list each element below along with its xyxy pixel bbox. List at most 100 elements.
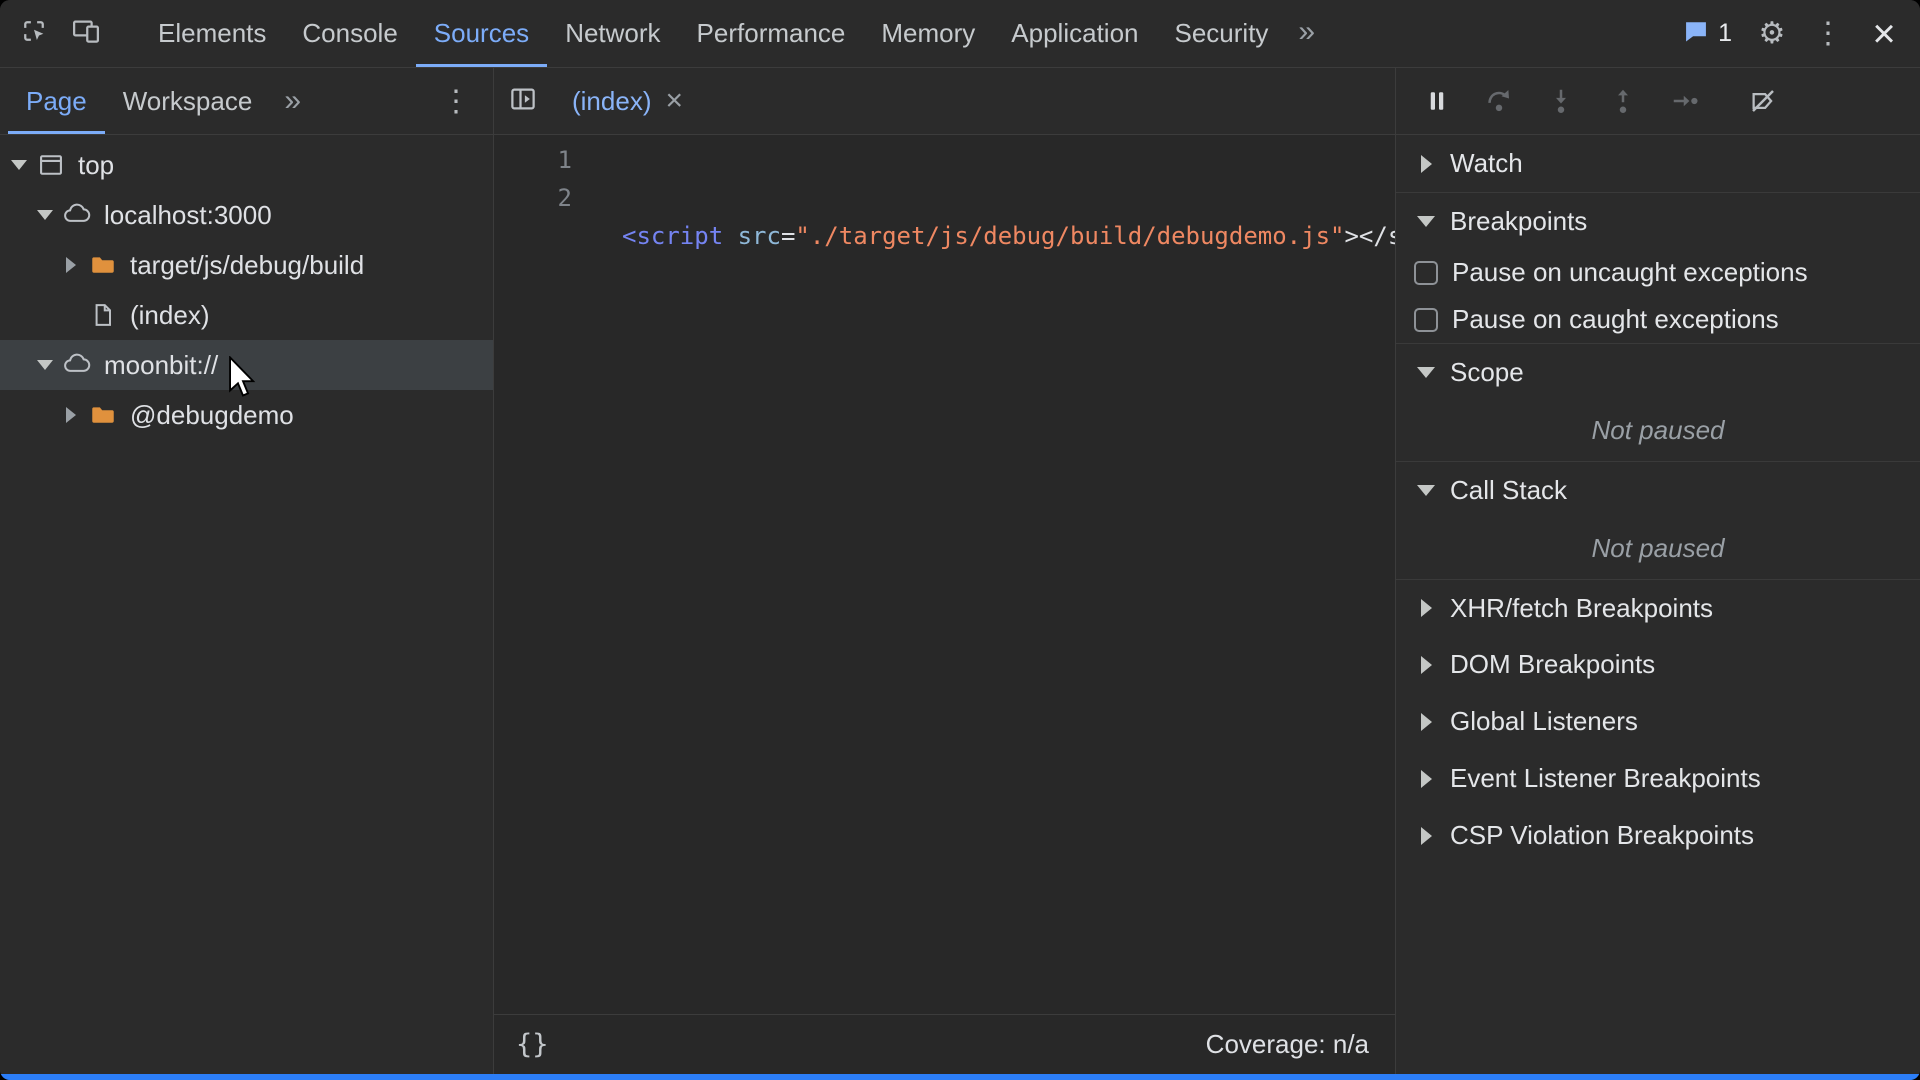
tab-memory[interactable]: Memory bbox=[863, 0, 993, 67]
expand-closed-icon[interactable] bbox=[62, 407, 80, 423]
tab-security[interactable]: Security bbox=[1157, 0, 1287, 67]
navigator-tab-workspace[interactable]: Workspace bbox=[105, 68, 271, 134]
code-editor[interactable]: 1 2 <script src="./target/js/debug/build… bbox=[494, 135, 1395, 1014]
pause-caught-checkbox[interactable] bbox=[1414, 307, 1438, 332]
navigator-tab-page[interactable]: Page bbox=[8, 68, 105, 134]
tree-item-localhost[interactable]: localhost:3000 bbox=[0, 190, 493, 240]
inspect-element-button[interactable] bbox=[8, 0, 60, 67]
tab-sources[interactable]: Sources bbox=[415, 0, 548, 67]
expand-closed-icon[interactable] bbox=[1418, 769, 1434, 788]
kebab-menu-icon: ⋮ bbox=[441, 84, 471, 118]
tree-item-label: target/js/debug/build bbox=[130, 249, 365, 280]
expand-open-icon[interactable] bbox=[10, 160, 28, 170]
step-into-icon bbox=[1556, 89, 1566, 113]
navigator-tabs: Page Workspace » ⋮ bbox=[0, 68, 493, 135]
pause-caught-row[interactable]: Pause on caught exceptions bbox=[1396, 296, 1920, 343]
tree-item-label: (index) bbox=[130, 299, 210, 330]
close-icon: × bbox=[1872, 11, 1896, 56]
section-event-listener-breakpoints[interactable]: Event Listener Breakpoints bbox=[1396, 750, 1920, 807]
expand-closed-icon[interactable] bbox=[1418, 826, 1434, 845]
tree-item-top[interactable]: top bbox=[0, 140, 493, 190]
close-tab-icon[interactable]: × bbox=[665, 86, 683, 116]
code-token-tail: ></s bbox=[1344, 222, 1395, 250]
line-number-gutter: 1 2 bbox=[494, 141, 578, 1014]
editor-status-bar: {} Coverage: n/a bbox=[494, 1014, 1395, 1074]
pause-uncaught-checkbox[interactable] bbox=[1414, 260, 1438, 285]
section-dom-breakpoints[interactable]: DOM Breakpoints bbox=[1396, 636, 1920, 693]
navigator-menu-button[interactable]: ⋮ bbox=[441, 68, 493, 134]
expand-closed-icon[interactable] bbox=[1418, 599, 1434, 617]
tab-network[interactable]: Network bbox=[547, 0, 678, 67]
tab-application[interactable]: Application bbox=[993, 0, 1156, 67]
step-into-button[interactable] bbox=[1544, 84, 1578, 118]
pause-uncaught-row[interactable]: Pause on uncaught exceptions bbox=[1396, 249, 1920, 296]
bottom-accent-bar bbox=[0, 1074, 1920, 1080]
section-label: XHR/fetch Breakpoints bbox=[1450, 592, 1714, 623]
settings-button[interactable]: ⚙ bbox=[1746, 18, 1798, 49]
device-toolbar-icon bbox=[71, 16, 101, 51]
step-over-button[interactable] bbox=[1482, 84, 1516, 118]
step-button[interactable] bbox=[1668, 84, 1702, 118]
section-global-listeners[interactable]: Global Listeners bbox=[1396, 693, 1920, 750]
toggle-navigator-button[interactable] bbox=[494, 68, 552, 134]
expand-open-icon[interactable] bbox=[36, 210, 54, 220]
tree-item-label: top bbox=[78, 149, 115, 180]
tab-console[interactable]: Console bbox=[284, 0, 415, 67]
cloud-icon bbox=[62, 200, 92, 230]
frame-icon bbox=[36, 150, 66, 180]
expand-open-icon[interactable] bbox=[1417, 484, 1435, 496]
panel-toggle-icon bbox=[508, 84, 538, 119]
section-scope[interactable]: Scope bbox=[1396, 343, 1920, 400]
editor-tab-label: (index) bbox=[572, 85, 652, 116]
code-line-1: <script src="./target/js/debug/build/deb… bbox=[622, 217, 1395, 255]
section-label: Call Stack bbox=[1450, 474, 1568, 505]
code-token-attr: src bbox=[723, 222, 781, 250]
expand-open-icon[interactable] bbox=[36, 360, 54, 370]
section-breakpoints[interactable]: Breakpoints bbox=[1396, 192, 1920, 249]
section-label: Watch bbox=[1450, 148, 1523, 178]
deactivate-breakpoints-icon bbox=[1752, 90, 1774, 112]
more-panels-button[interactable]: » bbox=[1286, 0, 1327, 67]
pretty-print-button[interactable]: {} bbox=[516, 1029, 549, 1060]
tree-item-index[interactable]: (index) bbox=[0, 290, 493, 340]
code-content[interactable]: <script src="./target/js/debug/build/deb… bbox=[578, 141, 1395, 1014]
expand-open-icon[interactable] bbox=[1417, 366, 1435, 378]
section-csp-violation-breakpoints[interactable]: CSP Violation Breakpoints bbox=[1396, 807, 1920, 864]
pause-script-button[interactable] bbox=[1420, 84, 1454, 118]
tab-performance[interactable]: Performance bbox=[679, 0, 864, 67]
code-token-string: "./target/js/debug/build/debugdemo.js" bbox=[795, 222, 1345, 250]
coverage-status: Coverage: n/a bbox=[1205, 1029, 1369, 1059]
expand-closed-icon[interactable] bbox=[1418, 712, 1434, 731]
section-label: Event Listener Breakpoints bbox=[1450, 763, 1761, 793]
more-navigator-tabs-button[interactable]: » bbox=[270, 68, 315, 134]
expand-closed-icon[interactable] bbox=[1418, 655, 1434, 674]
step-out-button[interactable] bbox=[1606, 84, 1640, 118]
line-number: 2 bbox=[557, 184, 572, 212]
section-watch[interactable]: Watch bbox=[1396, 135, 1920, 192]
expand-open-icon[interactable] bbox=[1417, 215, 1435, 227]
expand-closed-icon[interactable] bbox=[1418, 154, 1434, 173]
section-call-stack[interactable]: Call Stack bbox=[1396, 461, 1920, 518]
tree-item-label: @debugdemo bbox=[130, 399, 294, 430]
toolbar-right-controls: 1 ⚙ ⋮ × bbox=[1672, 0, 1920, 67]
panel-tabs: Elements Console Sources Network Perform… bbox=[140, 0, 1327, 67]
expand-closed-icon[interactable] bbox=[62, 257, 80, 273]
main-menu-button[interactable]: ⋮ bbox=[1802, 18, 1854, 49]
file-icon bbox=[88, 300, 118, 330]
console-messages-button[interactable]: 1 bbox=[1672, 17, 1742, 50]
section-xhr-breakpoints[interactable]: XHR/fetch Breakpoints bbox=[1396, 579, 1920, 636]
inspect-cursor-icon bbox=[19, 16, 49, 51]
tree-item-label: localhost:3000 bbox=[104, 199, 272, 230]
mouse-cursor bbox=[229, 356, 256, 397]
checkbox-label: Pause on caught exceptions bbox=[1452, 304, 1779, 334]
device-toolbar-button[interactable] bbox=[60, 0, 112, 67]
section-label: CSP Violation Breakpoints bbox=[1450, 820, 1755, 850]
close-devtools-button[interactable]: × bbox=[1858, 14, 1910, 54]
step-icon bbox=[1673, 95, 1698, 107]
section-label: DOM Breakpoints bbox=[1450, 649, 1656, 679]
tab-elements[interactable]: Elements bbox=[140, 0, 284, 67]
editor-tab-index[interactable]: (index) × bbox=[552, 68, 703, 134]
deactivate-breakpoints-button[interactable] bbox=[1746, 84, 1780, 118]
code-token-tag: <script bbox=[622, 222, 724, 250]
tree-item-target-folder[interactable]: target/js/debug/build bbox=[0, 240, 493, 290]
